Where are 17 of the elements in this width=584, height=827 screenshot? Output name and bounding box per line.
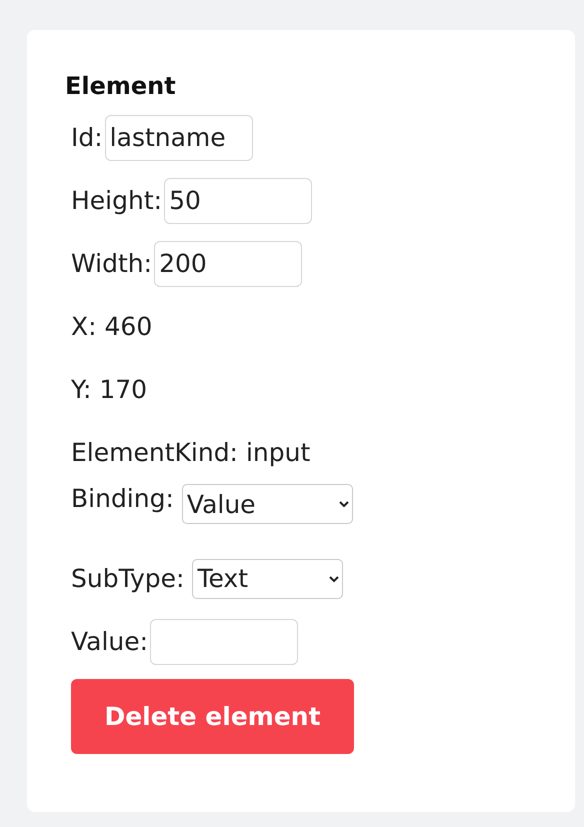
dropdown[interactable]: Value (182, 484, 353, 524)
dropdown[interactable]: Text (192, 558, 344, 598)
field-label: Value: (71, 627, 148, 656)
field-label: Id: (71, 123, 103, 152)
delete-button[interactable]: Delete element (71, 679, 354, 754)
text-field[interactable]: lastname (104, 114, 253, 160)
field-label: Width: (71, 249, 152, 278)
property-text: ElementKind: input (71, 438, 310, 467)
panel-title: Element (65, 72, 177, 102)
field-label: Height: (71, 186, 162, 215)
property-text: Y: 170 (71, 375, 148, 404)
text-field[interactable]: 200 (154, 240, 302, 286)
field-label: SubType: (71, 564, 184, 593)
text-field[interactable] (150, 618, 298, 664)
property-text: X: 460 (71, 312, 152, 341)
text-field[interactable]: 50 (164, 178, 312, 224)
field-label: Binding: (71, 484, 174, 513)
